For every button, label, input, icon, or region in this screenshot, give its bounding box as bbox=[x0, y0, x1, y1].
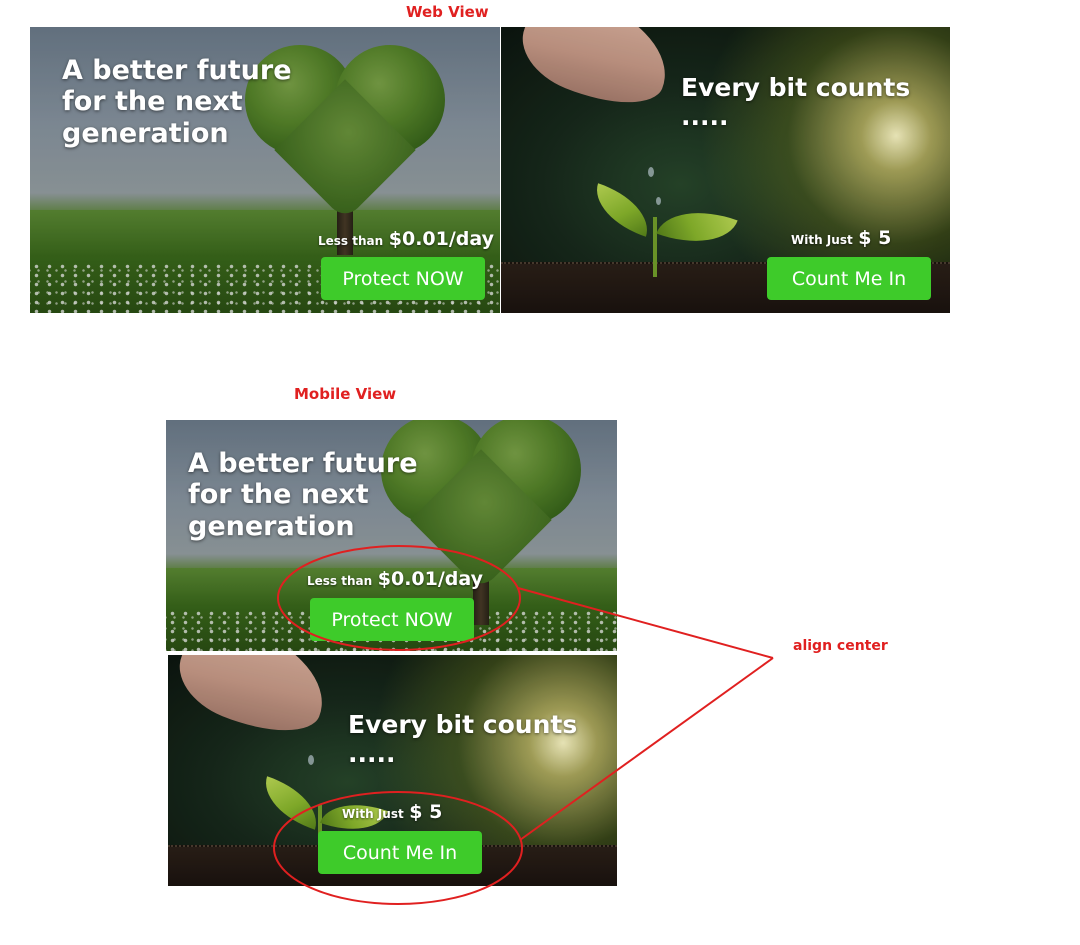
callout-line-bottom bbox=[519, 657, 774, 841]
align-center-label: align center bbox=[793, 638, 888, 654]
callout-line-top bbox=[517, 587, 774, 659]
highlight-ellipse-bottom bbox=[273, 791, 523, 905]
align-center-annotation bbox=[273, 545, 774, 905]
highlight-ellipse-top bbox=[277, 545, 521, 651]
